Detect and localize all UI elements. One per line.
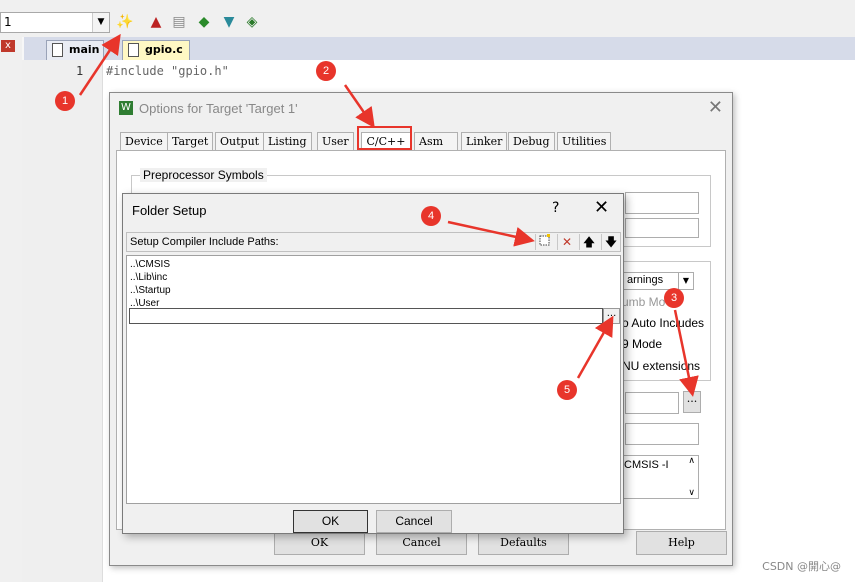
move-down-icon[interactable]: 🡇 <box>601 234 620 250</box>
gnu-extensions-label: NU extensions <box>622 359 701 373</box>
warnings-value: arnings <box>627 274 664 286</box>
thumb-mode-label: umb Mo <box>622 295 666 309</box>
tab-utilities[interactable]: Utilities <box>557 132 612 150</box>
help-button[interactable]: Help <box>636 531 727 555</box>
tab-label: main <box>69 43 100 56</box>
magic-wand-icon[interactable]: ✨ <box>116 13 134 31</box>
tab-gpio[interactable]: gpio.c <box>122 40 190 60</box>
target-select[interactable]: 1 ▼ <box>0 12 110 33</box>
list-item[interactable]: ..\CMSIS <box>130 258 170 271</box>
move-up-icon[interactable]: 🡅 <box>579 234 598 250</box>
warnings-select[interactable]: arnings ▼ <box>622 272 694 290</box>
cancel-button[interactable]: Cancel <box>376 510 452 533</box>
preprocessor-label: Preprocessor Symbols <box>140 168 267 182</box>
cancel-button[interactable]: Cancel <box>376 531 467 555</box>
chevron-down-icon[interactable]: ▼ <box>92 13 109 32</box>
tab-user[interactable]: User <box>317 132 354 150</box>
chevron-down-icon[interactable]: ▼ <box>678 273 693 289</box>
chevron-down-icon[interactable]: ∨ <box>688 488 695 498</box>
include-paths-label: Setup Compiler Include Paths: <box>130 236 279 248</box>
chevron-up-icon[interactable]: ∧ <box>688 456 695 466</box>
target-select-value: 1 <box>4 15 12 29</box>
control-string-text: CMSIS -I <box>624 459 669 471</box>
tab-debug[interactable]: Debug <box>508 132 555 150</box>
c99-mode-label: 9 Mode <box>622 337 663 351</box>
compiler-control-string[interactable]: CMSIS -I ∧ ∨ <box>619 455 699 499</box>
misc-controls-field[interactable] <box>625 423 699 445</box>
step-badge-1: 1 <box>55 91 75 111</box>
diamond-icon[interactable]: ◆ <box>195 13 213 31</box>
close-icon[interactable]: ✕ <box>708 97 723 118</box>
file-icon <box>52 43 63 57</box>
new-path-input[interactable] <box>129 308 603 324</box>
browse-button[interactable]: ... <box>603 308 620 324</box>
tab-output[interactable]: Output <box>215 132 265 150</box>
new-folder-icon[interactable] <box>535 234 554 250</box>
cpp-tab-highlight <box>357 126 412 150</box>
ok-button[interactable]: OK <box>293 510 368 533</box>
watermark: CSDN @開心@ <box>762 560 841 573</box>
include-paths-list: ..\CMSIS ..\Lib\inc ..\Startup ..\User .… <box>126 255 621 504</box>
main-toolbar: 1 ▼ ✨ ▲ ▤ ◆ ▼ ◈ <box>0 0 855 38</box>
line-gutter <box>22 60 103 582</box>
dialog-title: Options for Target 'Target 1' <box>139 101 298 116</box>
filter-icon[interactable]: ▼ <box>220 13 238 31</box>
include-paths-field[interactable] <box>625 392 679 414</box>
code-line[interactable]: #include "gpio.h" <box>106 64 229 78</box>
undefine-field[interactable] <box>625 218 699 238</box>
step-badge-3: 3 <box>664 288 684 308</box>
include-paths-browse-button[interactable]: ... <box>683 391 701 413</box>
close-icon[interactable]: ✕ <box>594 197 609 218</box>
dialog-title: Folder Setup <box>132 203 207 218</box>
keil-icon: W <box>119 101 133 115</box>
tab-linker[interactable]: Linker <box>461 132 508 150</box>
pack-installer-icon[interactable]: ◈ <box>243 13 261 31</box>
tab-device[interactable]: Device <box>120 132 168 150</box>
step-badge-2: 2 <box>316 61 336 81</box>
close-icon[interactable]: x <box>1 40 15 52</box>
ok-button[interactable]: OK <box>274 531 365 555</box>
auto-includes-label: o Auto Includes <box>622 316 705 330</box>
tab-listing[interactable]: Listing <box>263 132 312 150</box>
tab-target[interactable]: Target <box>167 132 214 150</box>
line-number: 1 <box>76 64 84 78</box>
include-paths-header: Setup Compiler Include Paths: ✕ 🡅 🡇 <box>126 232 621 252</box>
folder-setup-dialog: Folder Setup ? ✕ Setup Compiler Include … <box>122 193 624 534</box>
project-panel <box>0 37 23 582</box>
help-icon[interactable]: ? <box>552 200 559 216</box>
step-badge-5: 5 <box>557 380 577 400</box>
options-for-target-icon[interactable]: ▲ <box>147 13 165 31</box>
step-badge-4: 4 <box>421 206 441 226</box>
defaults-button[interactable]: Defaults <box>478 531 569 555</box>
tab-asm[interactable]: Asm <box>414 132 458 150</box>
list-item[interactable]: ..\Lib\inc <box>130 271 167 284</box>
tab-main[interactable]: main <box>46 40 104 60</box>
file-icon <box>128 43 139 57</box>
list-item[interactable]: ..\Startup <box>130 284 171 297</box>
component-icon[interactable]: ▤ <box>170 13 188 31</box>
tab-label: gpio.c <box>145 43 183 56</box>
delete-icon[interactable]: ✕ <box>557 234 576 250</box>
define-field[interactable] <box>625 192 699 214</box>
